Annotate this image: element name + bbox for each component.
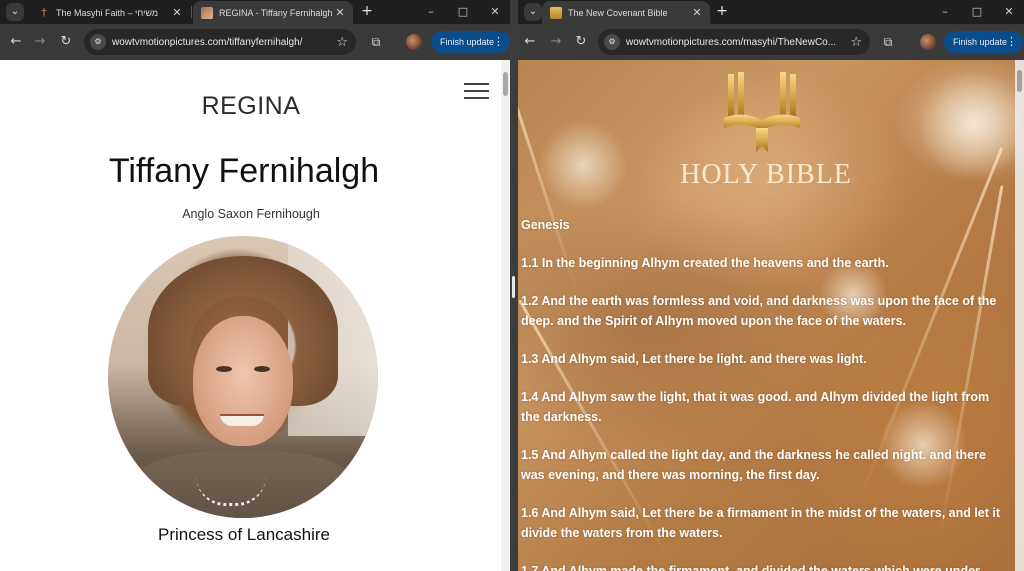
- scrollbar-thumb[interactable]: [503, 72, 508, 96]
- close-icon[interactable]: ✕: [333, 6, 347, 19]
- back-icon[interactable]: ←: [7, 33, 25, 51]
- profile-avatar[interactable]: [406, 34, 422, 50]
- close-icon[interactable]: ✕: [170, 6, 184, 19]
- tab-masyhi-faith[interactable]: † The Masyhi Faith – משיחי ✕: [30, 1, 190, 24]
- divider-grip[interactable]: [512, 276, 515, 298]
- url-text[interactable]: wowtvmotionpictures.com/tiffanyfernihalg…: [112, 37, 330, 48]
- bookmark-star-icon[interactable]: ☆: [336, 35, 348, 50]
- new-tab-button[interactable]: +: [713, 3, 731, 21]
- address-bar[interactable]: ⚙ wowtvmotionpictures.com/masyhi/TheNewC…: [598, 29, 870, 55]
- tab-new-covenant-bible[interactable]: The New Covenant Bible ✕: [542, 1, 710, 24]
- tab-title: The New Covenant Bible: [568, 7, 668, 18]
- reload-icon[interactable]: ↻: [57, 33, 75, 51]
- extensions-icon[interactable]: ⧉: [880, 34, 896, 50]
- page-title: Tiffany Fernihalgh: [108, 152, 380, 190]
- verse: 1.5 And Alhym called the light day, and …: [521, 448, 986, 482]
- minimize-button[interactable]: –: [416, 3, 446, 21]
- verse: 1.7 And Alhym made the firmament, and di…: [521, 564, 980, 571]
- reload-icon[interactable]: ↻: [572, 33, 590, 51]
- window-divider[interactable]: [510, 0, 518, 571]
- toolbar: ← → ↻ ⚙ wowtvmotionpictures.com/masyhi/T…: [518, 24, 1024, 60]
- finish-update-label: Finish update: [440, 37, 495, 47]
- book-heading: Genesis: [521, 218, 570, 232]
- tab-regina[interactable]: REGINA - Tiffany Fernihalgh ✕: [193, 1, 353, 24]
- kebab-menu-icon[interactable]: ⋮: [493, 31, 504, 53]
- page-subtitle: Anglo Saxon Fernihough: [182, 207, 320, 221]
- site-brand[interactable]: REGINA: [0, 92, 502, 121]
- close-window-button[interactable]: ✕: [480, 3, 510, 21]
- bible-logo-title: HOLY BIBLE: [680, 159, 852, 190]
- extensions-icon[interactable]: ⧉: [368, 34, 384, 50]
- toolbar: ← → ↻ ⚙ wowtvmotionpictures.com/tiffanyf…: [0, 24, 510, 60]
- close-window-button[interactable]: ✕: [994, 3, 1024, 21]
- verse: 1.4 And Alhym saw the light, that it was…: [521, 390, 990, 424]
- minimize-button[interactable]: –: [930, 3, 960, 21]
- scrollbar[interactable]: [1015, 60, 1024, 571]
- url-text[interactable]: wowtvmotionpictures.com/masyhi/TheNewCo.…: [626, 37, 844, 48]
- new-tab-button[interactable]: +: [358, 3, 376, 21]
- scripture-text: Genesis 1.1 In the beginning Alhym creat…: [521, 215, 1009, 571]
- portrait-icon: [201, 6, 213, 19]
- verse: 1.6 And Alhym said, Let there be a firma…: [521, 506, 1001, 540]
- profile-avatar[interactable]: [920, 34, 936, 50]
- verse: 1.2 And the earth was formless and void,…: [521, 294, 997, 328]
- finish-update-button[interactable]: Finish update ⋮: [944, 31, 1024, 53]
- tab-strip: ⌄ The New Covenant Bible ✕ + – □ ✕: [518, 0, 1024, 24]
- maximize-button[interactable]: □: [962, 3, 992, 21]
- close-icon[interactable]: ✕: [690, 6, 704, 19]
- verse: 1.1 In the beginning Alhym created the h…: [521, 256, 889, 270]
- scrollbar[interactable]: [501, 60, 510, 571]
- tab-separator: [191, 6, 192, 18]
- browser-window-right: ⌄ The New Covenant Bible ✕ + – □ ✕ ← → ↻…: [518, 0, 1024, 571]
- page-viewport: HOLY BIBLE Genesis 1.1 In the beginning …: [518, 60, 1024, 571]
- tab-strip: ⌄ † The Masyhi Faith – משיחי ✕ REGINA - …: [0, 0, 510, 24]
- kebab-menu-icon[interactable]: ⋮: [1006, 31, 1017, 53]
- scrollbar-thumb[interactable]: [1017, 70, 1022, 92]
- address-bar[interactable]: ⚙ wowtvmotionpictures.com/tiffanyferniha…: [84, 29, 356, 55]
- book-icon: [550, 6, 562, 19]
- site-info-icon[interactable]: ⚙: [604, 34, 620, 50]
- forward-icon[interactable]: →: [31, 33, 49, 51]
- browser-window-left: ⌄ † The Masyhi Faith – משיחי ✕ REGINA - …: [0, 0, 510, 571]
- finish-update-button[interactable]: Finish update ⋮: [431, 31, 510, 53]
- tab-title: The Masyhi Faith – משיחי: [56, 7, 159, 18]
- bookmark-star-icon[interactable]: ☆: [850, 35, 862, 50]
- verse: 1.3 And Alhym said, Let there be light. …: [521, 352, 867, 366]
- forward-icon[interactable]: →: [547, 33, 565, 51]
- portrait-photo: [108, 236, 378, 518]
- cross-icon: †: [41, 5, 47, 19]
- page-viewport: REGINA Tiffany Fernihalgh Anglo Saxon Fe…: [0, 60, 510, 571]
- maximize-button[interactable]: □: [448, 3, 478, 21]
- bible-logo: [724, 72, 800, 152]
- tab-title: REGINA - Tiffany Fernihalgh: [219, 7, 333, 18]
- finish-update-label: Finish update: [953, 37, 1008, 47]
- hamburger-menu-icon[interactable]: [464, 83, 489, 99]
- tab-search-icon[interactable]: ⌄: [524, 3, 542, 21]
- site-info-icon[interactable]: ⚙: [90, 34, 106, 50]
- portrait-caption: Princess of Lancashire: [158, 525, 330, 544]
- back-icon[interactable]: ←: [521, 33, 539, 51]
- tab-search-icon[interactable]: ⌄: [6, 3, 24, 21]
